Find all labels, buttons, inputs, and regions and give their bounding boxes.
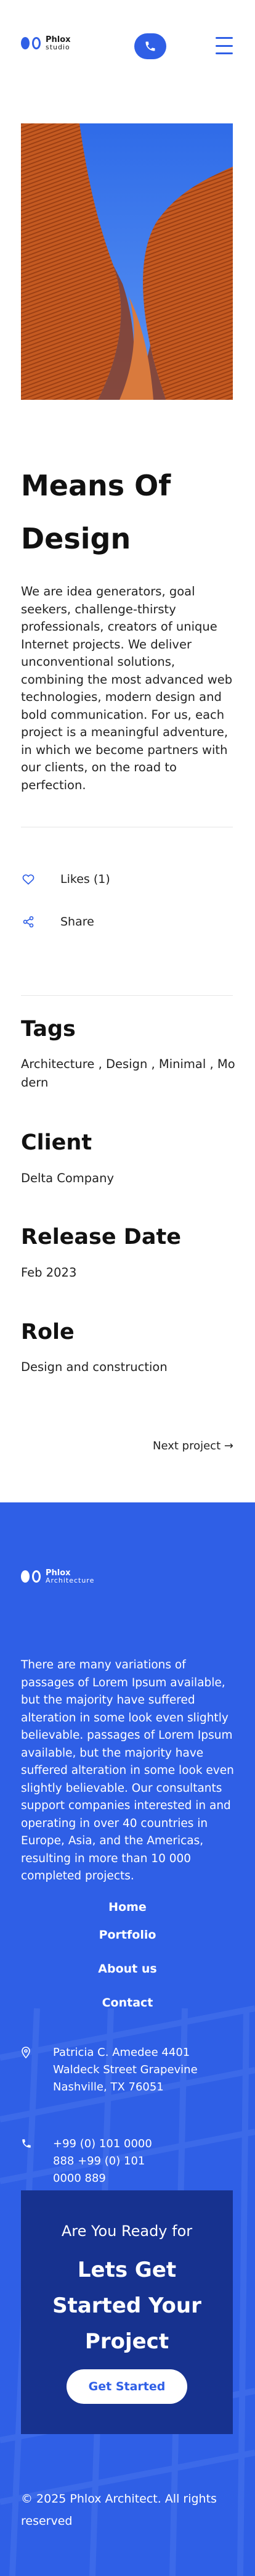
project-hero-image <box>21 123 233 400</box>
copyright: © 2025 Phlox Architect. All rights reser… <box>21 2492 217 2528</box>
likes-label: Likes (1) <box>60 872 110 886</box>
hamburger-menu-icon[interactable] <box>216 37 233 54</box>
tags-list[interactable]: Architecture , Design , Minimal , Modern <box>21 1055 237 1092</box>
footer-nav-home[interactable]: Home <box>0 1900 255 1914</box>
get-started-button[interactable]: Get Started <box>67 2369 187 2404</box>
footer-nav-portfolio[interactable]: Portfolio <box>0 1928 255 1942</box>
footer-address: Patricia C. Amedee 4401 Waldeck Street G… <box>21 2044 230 2096</box>
footer-phones: +99 (0) 101 0000 888 +99 (0) 101 0000 88… <box>21 2135 176 2187</box>
cta-headline: Lets Get Started Your Project <box>52 2258 201 2354</box>
next-project-link[interactable]: Next project → <box>153 1439 233 1452</box>
footer-nav-contact[interactable]: Contact <box>0 1996 255 2010</box>
address-text: Patricia C. Amedee 4401 Waldeck Street G… <box>53 2046 198 2094</box>
site-footer: Phlox Architecture There are many variat… <box>0 1502 255 2576</box>
cta-question: Are You Ready for <box>61 2222 193 2240</box>
phone-numbers[interactable]: +99 (0) 101 0000 888 +99 (0) 101 0000 88… <box>53 2135 176 2187</box>
role-heading: Role <box>21 1320 75 1344</box>
divider <box>21 995 233 996</box>
share-button[interactable]: Share <box>21 914 94 929</box>
footer-description: There are many variations of passages of… <box>21 1659 234 1882</box>
footer-nav-about[interactable]: About us <box>0 1962 255 1976</box>
client-heading: Client <box>21 1130 92 1155</box>
site-header: Phlox studio <box>0 0 255 93</box>
role-value: Design and construction <box>21 1360 168 1374</box>
client-value: Delta Company <box>21 1171 114 1185</box>
phone-icon <box>22 2139 31 2148</box>
architecture-image <box>21 123 233 400</box>
location-pin-icon <box>22 2047 30 2059</box>
release-date-value: Feb 2023 <box>21 1265 77 1280</box>
phone-icon <box>145 41 155 51</box>
logo-mark-icon <box>21 1570 41 1583</box>
logo-tagline: studio <box>46 43 70 51</box>
like-button[interactable]: Likes (1) <box>21 872 110 887</box>
logo-mark-icon <box>21 37 41 49</box>
share-label: Share <box>60 915 94 929</box>
share-icon <box>23 916 34 928</box>
project-page: Phlox studio Means Of Design We are idea… <box>0 0 255 2576</box>
call-button[interactable] <box>134 33 166 59</box>
release-date-heading: Release Date <box>21 1225 181 1249</box>
cta-box: Are You Ready for Lets Get Started Your … <box>21 2190 233 2434</box>
project-title: Means Of Design <box>21 469 171 555</box>
project-description: We are idea generators, goal seekers, ch… <box>21 584 233 792</box>
tags-heading: Tags <box>21 1017 76 1042</box>
site-logo[interactable]: Phlox studio <box>21 36 71 51</box>
footer-logo-tagline: Architecture <box>46 1576 95 1584</box>
heart-icon <box>22 874 34 885</box>
footer-logo[interactable]: Phlox Architecture <box>21 1569 94 1584</box>
